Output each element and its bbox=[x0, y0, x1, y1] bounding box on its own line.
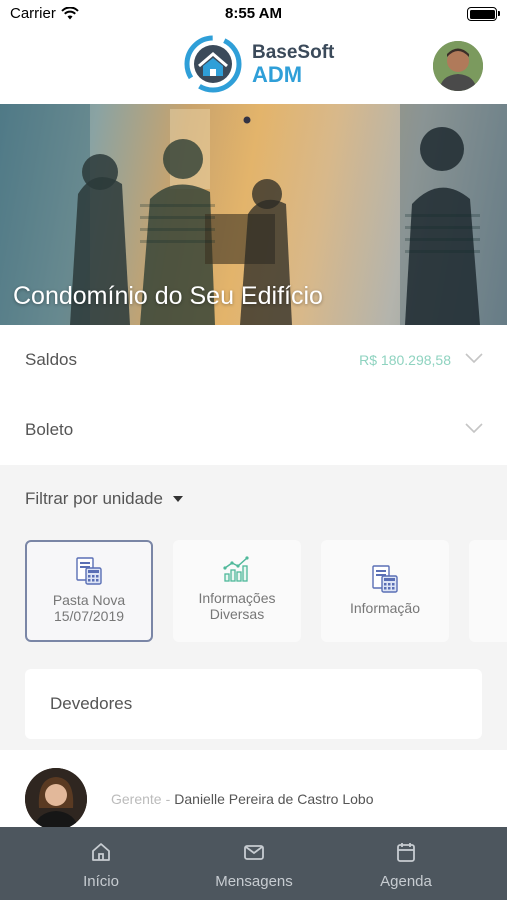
bottom-tab-bar: Início Mensagens Agenda bbox=[0, 827, 507, 900]
saldos-row[interactable]: Saldos R$ 180.298,58 bbox=[0, 325, 507, 395]
hero-banner: Condomínio do Seu Edifício bbox=[0, 104, 507, 325]
boleto-label: Boleto bbox=[25, 420, 74, 439]
unit-filter-label: Filtrar por unidade bbox=[25, 489, 163, 508]
calendar-icon bbox=[397, 843, 415, 862]
saldos-label: Saldos bbox=[25, 350, 77, 369]
folder-card[interactable]: Informações Diversas bbox=[173, 540, 301, 642]
manager-avatar bbox=[25, 768, 87, 830]
card-line1: Pasta Nova bbox=[52, 592, 126, 608]
unit-filter-dropdown[interactable]: Filtrar por unidade bbox=[25, 489, 183, 509]
status-time: 8:55 AM bbox=[225, 5, 282, 22]
tab-inicio[interactable]: Início bbox=[36, 841, 166, 890]
manager-role: Gerente bbox=[111, 791, 162, 807]
chevron-down-icon[interactable] bbox=[465, 352, 483, 364]
chevron-down-icon[interactable] bbox=[465, 422, 483, 434]
caret-down-icon bbox=[172, 496, 183, 502]
logo-line1: BaseSoft bbox=[252, 41, 335, 63]
tab-mensagens-label: Mensagens bbox=[215, 873, 293, 890]
user-avatar-image bbox=[433, 41, 483, 91]
logo-house-icon bbox=[184, 35, 242, 93]
home-icon bbox=[92, 843, 110, 861]
card-line2: 15/07/2019 bbox=[53, 608, 125, 624]
battery-icon bbox=[467, 7, 500, 21]
user-avatar[interactable] bbox=[433, 41, 483, 91]
devedores-card[interactable]: Devedores bbox=[25, 669, 482, 739]
tab-inicio-label: Início bbox=[83, 873, 119, 890]
app-header: BaseSoft ADM bbox=[0, 28, 507, 104]
manager-name: Danielle Pereira de Castro Lobo bbox=[174, 791, 374, 807]
calculator-document-icon bbox=[372, 565, 398, 593]
manager-info: Gerente - Danielle Pereira de Castro Lobo bbox=[111, 791, 374, 807]
tab-agenda[interactable]: Agenda bbox=[341, 841, 471, 890]
manager-section: Gerente - Danielle Pereira de Castro Lobo bbox=[0, 750, 507, 830]
logo-line2: ADM bbox=[252, 61, 303, 87]
growth-chart-icon bbox=[223, 556, 249, 582]
folder-cards-carousel[interactable]: Pasta Nova 15/07/2019 Informações Divers… bbox=[25, 540, 507, 644]
boleto-row[interactable]: Boleto bbox=[0, 395, 507, 465]
tab-agenda-label: Agenda bbox=[380, 873, 432, 890]
saldos-value: R$ 180.298,58 bbox=[359, 352, 451, 368]
card-line1: Informações bbox=[198, 590, 276, 606]
manager-separator: - bbox=[165, 791, 171, 807]
mail-icon bbox=[244, 845, 264, 860]
folder-card[interactable]: Pasta Nova 15/07/2019 bbox=[25, 540, 153, 642]
card-line1: Informação bbox=[349, 600, 421, 616]
status-bar: Carrier 8:55 AM bbox=[0, 0, 507, 28]
basesoft-logo: BaseSoft ADM bbox=[182, 33, 334, 95]
folder-card-partial[interactable] bbox=[469, 540, 507, 642]
folder-card[interactable]: Informação bbox=[321, 540, 449, 642]
devedores-label: Devedores bbox=[50, 694, 133, 713]
tab-mensagens[interactable]: Mensagens bbox=[189, 841, 319, 890]
building-title: Condomínio do Seu Edifício bbox=[13, 282, 323, 310]
manager-avatar-image bbox=[25, 768, 87, 830]
calculator-document-icon bbox=[76, 557, 102, 585]
card-line2: Diversas bbox=[209, 606, 265, 622]
